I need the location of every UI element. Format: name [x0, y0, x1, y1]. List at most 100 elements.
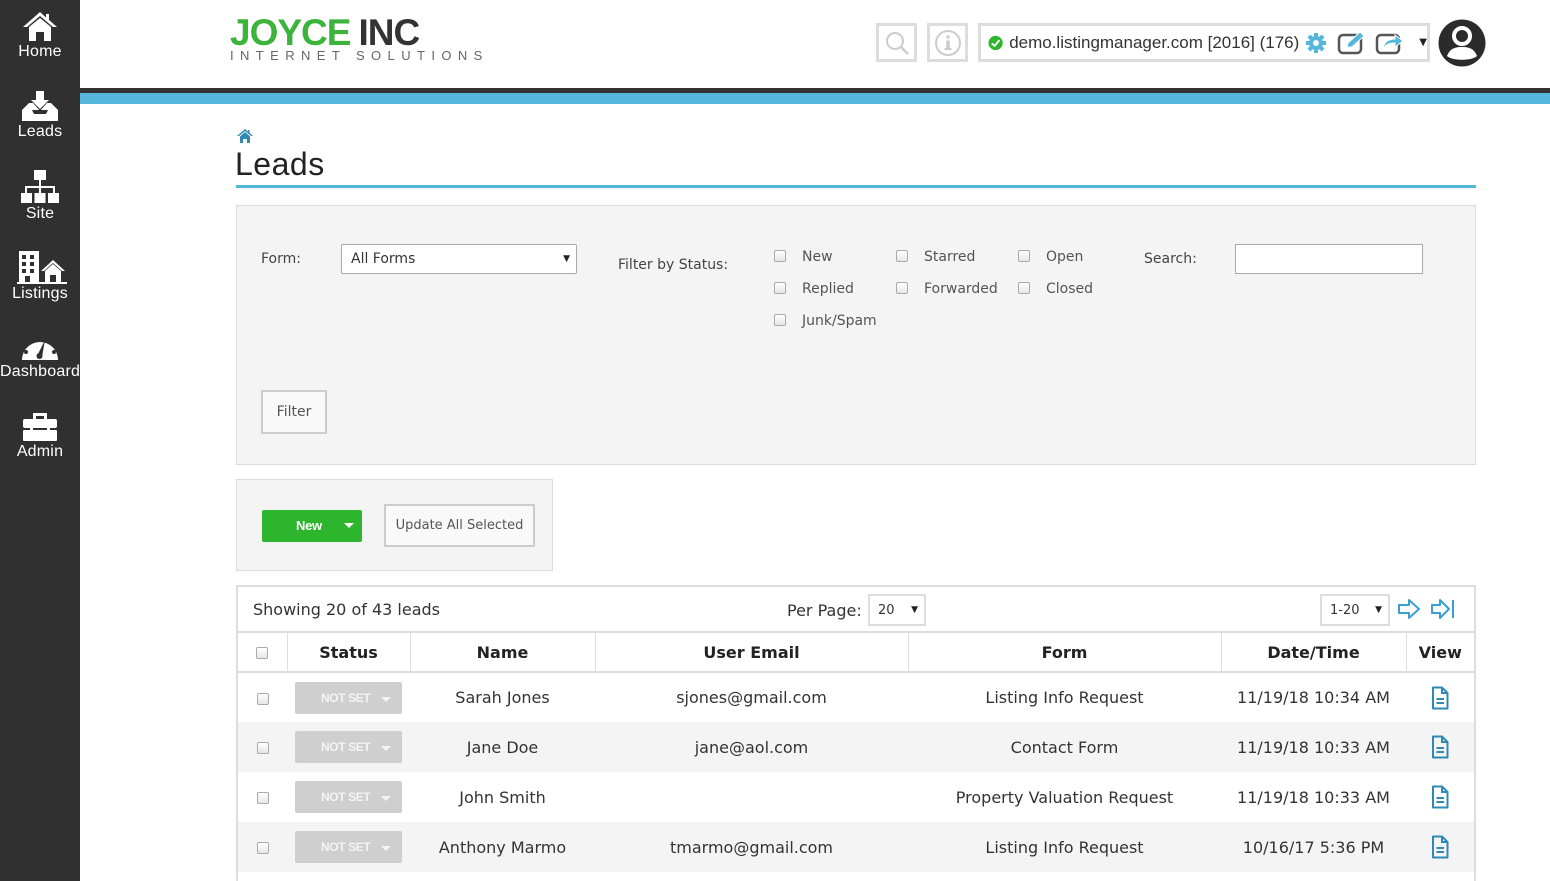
home-icon [23, 12, 57, 41]
lead-name: Anthony Marmo [410, 822, 595, 872]
table-header-row: Status Name User Email Form Date/Time Vi… [238, 633, 1474, 673]
row-checkbox[interactable] [256, 742, 269, 754]
status-label-replied[interactable]: Replied [802, 281, 854, 297]
status-checkbox-new[interactable] [774, 250, 786, 262]
form-select[interactable]: All Forms ▼ [341, 244, 577, 274]
status-checkbox-starred[interactable] [896, 250, 908, 262]
caret-down-icon [381, 796, 391, 801]
select-all-cell [238, 633, 288, 673]
page-range-value: 1-20 [1330, 602, 1360, 618]
sidebar-item-admin[interactable]: Admin [0, 410, 80, 480]
view-document-icon[interactable] [1431, 785, 1449, 809]
status-label-junk[interactable]: Junk/Spam [802, 313, 877, 329]
logo-secondary: INC [358, 12, 420, 53]
status-dropdown[interactable]: NOT SET [295, 781, 402, 813]
row-checkbox[interactable] [256, 842, 269, 854]
column-header-name[interactable]: Name [410, 633, 596, 673]
filter-panel: Form: All Forms ▼ Filter by Status: New … [236, 205, 1476, 465]
sidebar-item-listings[interactable]: Listings [0, 250, 80, 320]
sidebar-item-home[interactable]: Home [0, 10, 80, 80]
caret-down-icon [381, 846, 391, 851]
company-logo[interactable]: JOYCE INC INTERNET SOLUTIONS [230, 12, 489, 63]
info-button[interactable] [927, 23, 968, 62]
status-checkbox-open[interactable] [1018, 250, 1030, 262]
edit-icon [1338, 30, 1366, 54]
column-header-view: View [1406, 633, 1474, 673]
lead-name: John Smith [459, 787, 546, 807]
status-dropdown[interactable]: NOT SET [295, 681, 402, 714]
status-checkbox-replied[interactable] [774, 282, 786, 294]
form-label: Form: [261, 251, 301, 267]
settings-button[interactable] [1305, 32, 1327, 54]
status-label-open[interactable]: Open [1046, 249, 1083, 265]
lead-form: Contact Form [908, 722, 1221, 772]
status-checkbox-junk[interactable] [774, 314, 786, 326]
page-title: Leads [235, 146, 325, 182]
sidebar-item-site[interactable]: Site [0, 170, 80, 240]
status-value: NOT SET [321, 690, 371, 705]
leads-table-panel: Showing 20 of 43 leads Per Page: 20 ▼ 1-… [236, 585, 1476, 881]
select-all-checkbox[interactable] [256, 647, 269, 659]
status-checkbox-forwarded[interactable] [896, 282, 908, 294]
table-row: NOT SET John Smith Property Valuation Re… [238, 772, 1474, 822]
edit-button[interactable] [1337, 30, 1367, 55]
lead-datetime: 11/19/18 10:33 AM [1221, 722, 1406, 772]
row-checkbox[interactable] [256, 792, 269, 804]
gauge-icon [22, 335, 58, 360]
status-label-starred[interactable]: Starred [924, 249, 975, 265]
view-document-icon[interactable] [1431, 835, 1449, 859]
share-icon [1376, 33, 1405, 54]
site-selector[interactable]: demo.listingmanager.com [2016] (176) ▼ [978, 23, 1430, 62]
sidebar-item-label: Home [18, 43, 62, 60]
status-dropdown[interactable]: NOT SET [295, 831, 402, 863]
status-label-forwarded[interactable]: Forwarded [924, 281, 998, 297]
user-avatar-icon[interactable] [1438, 19, 1486, 67]
row-checkbox[interactable] [256, 692, 269, 705]
per-page-select[interactable]: 20 ▼ [868, 594, 926, 626]
status-value: NOT SET [321, 790, 371, 804]
lead-name: Jane Doe [410, 722, 595, 772]
site-dropdown-caret[interactable]: ▼ [1419, 37, 1427, 48]
status-label-new[interactable]: New [802, 249, 833, 265]
new-lead-button[interactable]: New [262, 510, 362, 542]
search-input[interactable] [1235, 244, 1423, 274]
last-page-icon[interactable] [1430, 598, 1456, 620]
filter-button[interactable]: Filter [261, 390, 327, 434]
next-page-icon[interactable] [1397, 598, 1421, 620]
chevron-down-icon: ▼ [911, 605, 918, 615]
lead-email: jane@aol.com [595, 722, 908, 772]
status-checkbox-closed[interactable] [1018, 282, 1030, 294]
lead-datetime: 11/19/18 10:34 AM [1237, 688, 1390, 707]
sidebar-item-dashboard[interactable]: Dashboard [0, 330, 80, 400]
update-all-selected-button[interactable]: Update All Selected [384, 504, 535, 547]
breadcrumb-home-icon[interactable] [236, 128, 254, 144]
view-document-icon[interactable] [1431, 735, 1449, 759]
buildings-house-icon [17, 251, 67, 284]
column-header-email[interactable]: User Email [595, 633, 909, 673]
lead-datetime: 11/19/18 10:33 AM [1237, 787, 1390, 807]
page-range-select[interactable]: 1-20 ▼ [1320, 594, 1390, 626]
lead-email: sjones@gmail.com [676, 688, 827, 707]
share-button[interactable] [1375, 31, 1405, 55]
table-row: NOT SET Anthony Marmo tmarmo@gmail.com L… [238, 822, 1474, 872]
actions-panel: New Update All Selected [236, 479, 553, 571]
header-accent-bar [80, 93, 1550, 104]
logo-tagline: INTERNET SOLUTIONS [230, 48, 489, 63]
column-header-form[interactable]: Form [908, 633, 1222, 673]
inbox-download-icon [22, 91, 58, 121]
sidebar-item-leads[interactable]: Leads [0, 90, 80, 160]
table-row: NOT SET Jane Doe jane@aol.com Contact Fo… [238, 722, 1474, 772]
search-button[interactable] [876, 23, 917, 62]
column-header-status[interactable]: Status [287, 633, 411, 673]
view-document-icon[interactable] [1431, 686, 1449, 710]
sitemap-icon [21, 170, 59, 203]
status-label-closed[interactable]: Closed [1046, 281, 1093, 297]
lead-name: Sarah Jones [455, 688, 550, 707]
status-value: NOT SET [321, 740, 371, 754]
caret-down-icon[interactable] [344, 523, 354, 528]
lead-form: Listing Info Request [985, 688, 1144, 707]
status-dropdown[interactable]: NOT SET [295, 731, 402, 763]
chevron-down-icon: ▼ [1375, 605, 1382, 615]
column-header-datetime[interactable]: Date/Time [1221, 633, 1407, 673]
search-icon [885, 31, 909, 55]
